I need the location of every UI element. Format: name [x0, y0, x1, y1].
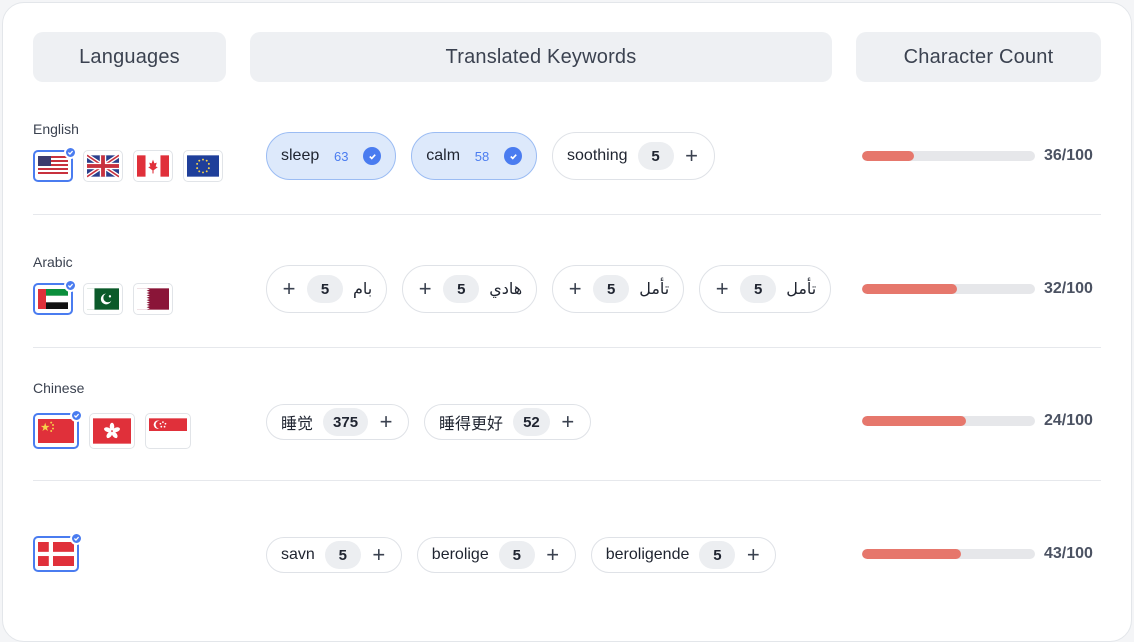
row-divider — [33, 480, 1101, 481]
row-divider — [33, 214, 1101, 215]
keyword-count: 5 — [740, 275, 777, 303]
uae-flag-icon[interactable] — [33, 279, 77, 315]
canada-flag-icon[interactable] — [133, 150, 173, 182]
keyword-text: 睡得更好 — [439, 416, 504, 433]
uk-flag-icon[interactable] — [83, 150, 123, 182]
bar-fill — [862, 549, 961, 559]
plus-icon[interactable]: + — [378, 411, 394, 433]
keyword-text: تأمل — [639, 281, 670, 298]
keyword-chip[interactable]: sleep 63 — [266, 132, 397, 180]
keyword-text: calm — [426, 147, 461, 164]
pakistan-flag-icon[interactable] — [83, 283, 123, 315]
plus-icon[interactable]: + — [745, 544, 761, 566]
keyword-text: savn — [281, 546, 315, 563]
keyword-text: بام — [353, 281, 373, 298]
us-flag-icon[interactable] — [33, 146, 77, 182]
keyword-count: 58 — [474, 148, 490, 164]
selected-check-icon — [70, 409, 83, 422]
keyword-text: beroligende — [605, 546, 690, 563]
plus-icon[interactable]: + — [567, 278, 583, 300]
plus-icon[interactable]: + — [545, 544, 561, 566]
keyword-count: 5 — [699, 541, 736, 569]
selected-check-icon — [64, 279, 77, 292]
denmark-flag-icon[interactable] — [33, 532, 83, 572]
language-name: English — [33, 121, 79, 137]
keyword-text: sleep — [281, 147, 320, 164]
keyword-text: soothing — [567, 147, 628, 164]
plus-icon[interactable]: + — [281, 278, 297, 300]
keyword-chip[interactable]: هادي 5 + — [402, 265, 538, 313]
keyword-count: 5 — [593, 275, 630, 303]
china-flag-icon[interactable] — [33, 409, 83, 449]
keyword-text: تأمل — [786, 281, 817, 298]
translated-keywords-header: Translated Keywords — [250, 32, 832, 82]
bar-fill — [862, 151, 914, 161]
plus-icon[interactable]: + — [371, 544, 387, 566]
check-icon — [504, 147, 523, 165]
character-count-bar — [862, 151, 1035, 161]
keyword-chip[interactable]: 睡得更好 52 + — [424, 404, 591, 440]
keyword-text: berolige — [431, 546, 489, 563]
plus-icon[interactable]: + — [684, 145, 700, 167]
qatar-flag-icon[interactable] — [133, 283, 173, 315]
keyword-count: 63 — [334, 148, 349, 164]
keyword-chip[interactable]: soothing 5 + — [552, 132, 715, 180]
keyword-chip[interactable]: تأمل 5 + — [552, 265, 685, 313]
keyword-count: 5 — [307, 275, 343, 303]
character-count-value: 32/100 — [1044, 280, 1093, 297]
keyword-chip[interactable]: 睡觉 375 + — [266, 404, 410, 440]
selected-check-icon — [70, 532, 83, 545]
keyword-count: 5 — [443, 275, 480, 303]
character-count-value: 36/100 — [1044, 147, 1093, 164]
languages-header: Languages — [33, 32, 226, 82]
keyword-count: 5 — [637, 142, 674, 170]
character-count-bar — [862, 549, 1035, 559]
keyword-text: 睡觉 — [281, 416, 314, 433]
keyword-chip[interactable]: بام 5 + — [266, 265, 388, 313]
singapore-flag-icon[interactable] — [145, 413, 191, 449]
keyword-count: 52 — [513, 408, 550, 436]
check-icon — [363, 147, 382, 165]
keyword-chip[interactable]: تأمل 5 + — [699, 265, 832, 313]
keyword-text: هادي — [489, 281, 523, 298]
bar-fill — [862, 284, 958, 294]
plus-icon[interactable]: + — [714, 278, 730, 300]
keyword-chip[interactable]: savn 5 + — [266, 537, 402, 573]
character-count-header: Character Count — [856, 32, 1101, 82]
language-name: Chinese — [33, 380, 85, 396]
keyword-chip[interactable]: berolige 5 + — [416, 537, 576, 573]
eu-flag-icon[interactable] — [183, 150, 223, 182]
keyword-count: 375 — [323, 408, 369, 436]
language-name: Arabic — [33, 254, 73, 270]
plus-icon[interactable]: + — [417, 278, 433, 300]
keyword-count: 5 — [498, 541, 535, 569]
character-count-value: 43/100 — [1044, 545, 1093, 562]
character-count-bar — [862, 416, 1035, 426]
keyword-chip[interactable]: calm 58 — [411, 132, 538, 180]
hong-kong-flag-icon[interactable] — [89, 413, 135, 449]
plus-icon[interactable]: + — [560, 411, 576, 433]
bar-fill — [862, 416, 966, 426]
character-count-bar — [862, 284, 1035, 294]
selected-check-icon — [64, 146, 77, 159]
keyword-chip[interactable]: beroligende 5 + — [590, 537, 777, 573]
character-count-value: 24/100 — [1044, 412, 1093, 429]
keyword-count: 5 — [324, 541, 361, 569]
row-divider — [33, 347, 1101, 348]
